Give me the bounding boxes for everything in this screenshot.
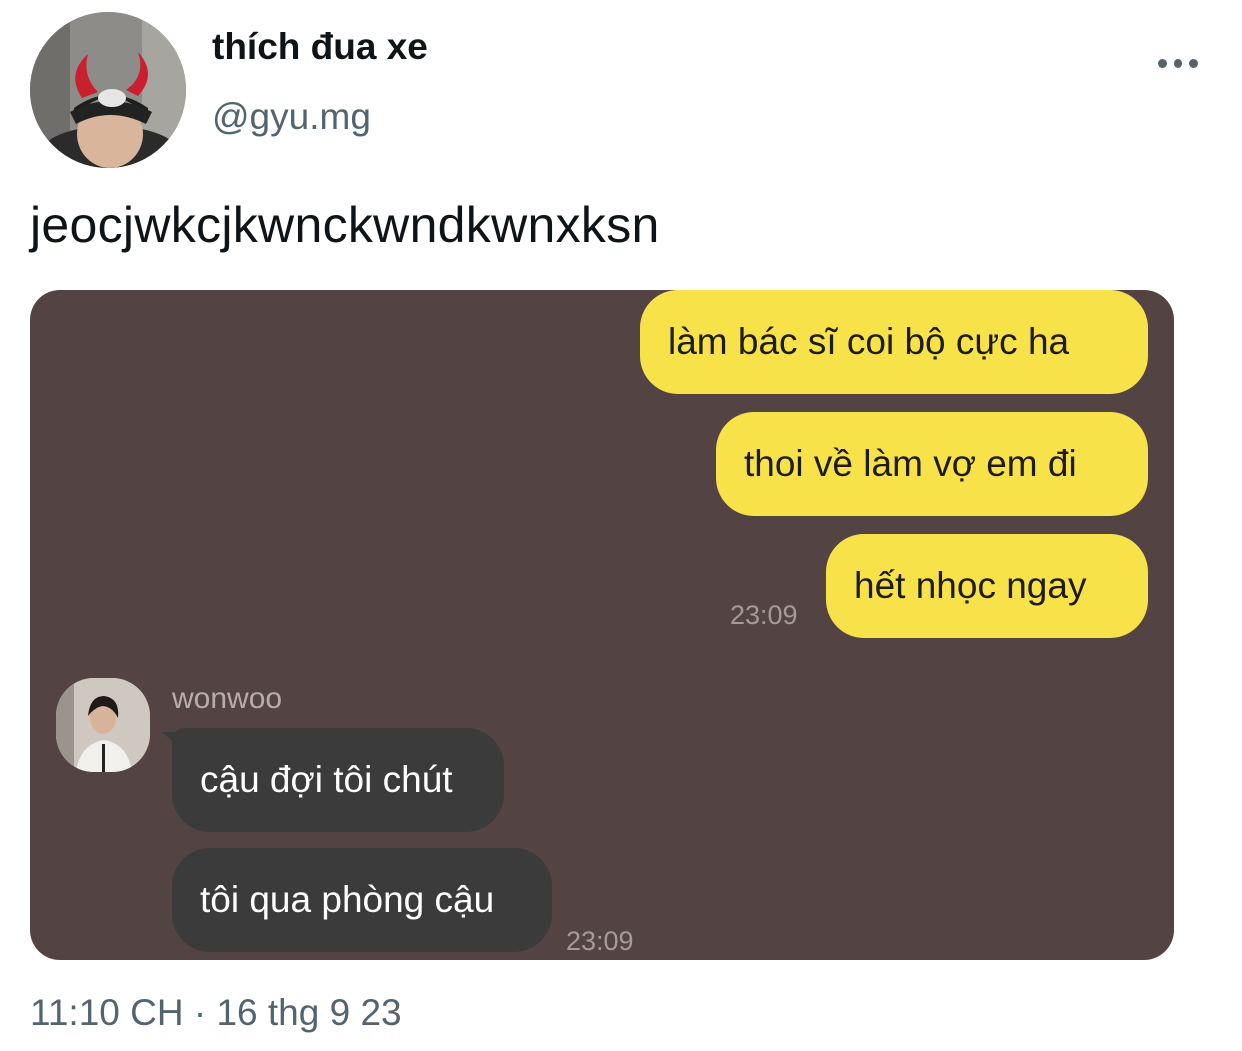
more-dot [1189, 58, 1199, 68]
friend-avatar [56, 678, 150, 772]
incoming-message-time: 23:09 [566, 926, 634, 956]
incoming-message-bubble: cậu đợi tôi chút [172, 728, 504, 832]
tweet-text: jeocjwkcjkwnckwndkwnxksn [30, 197, 660, 253]
more-dot [1173, 58, 1183, 68]
author-handle[interactable]: @gyu.mg [212, 96, 371, 138]
incoming-message-bubble: tôi qua phòng cậu [172, 848, 552, 952]
friend-photo-icon [56, 678, 150, 772]
tweet-media-image[interactable]: làm bác sĩ coi bộ cực ha thoi về làm vợ … [30, 290, 1174, 960]
tweet-timestamp[interactable]: 11:10 CH · 16 thg 9 23 [30, 992, 402, 1034]
author-display-name[interactable]: thích đua xe [212, 26, 428, 68]
more-options-icon[interactable] [1158, 54, 1199, 72]
more-dot [1158, 58, 1167, 68]
tweet-date: 16 thg 9 23 [216, 992, 402, 1033]
outgoing-message-bubble: làm bác sĩ coi bộ cực ha [640, 290, 1148, 394]
timestamp-separator: · [193, 992, 207, 1033]
avatar-photo-icon [30, 12, 186, 168]
tweet-time: 11:10 CH [30, 992, 184, 1033]
outgoing-message-bubble: thoi về làm vợ em đi [716, 412, 1148, 516]
author-avatar[interactable] [30, 12, 186, 168]
outgoing-message-time: 23:09 [730, 600, 798, 630]
sender-name: wonwoo [172, 682, 283, 715]
outgoing-message-bubble: hết nhọc ngay [826, 534, 1148, 638]
